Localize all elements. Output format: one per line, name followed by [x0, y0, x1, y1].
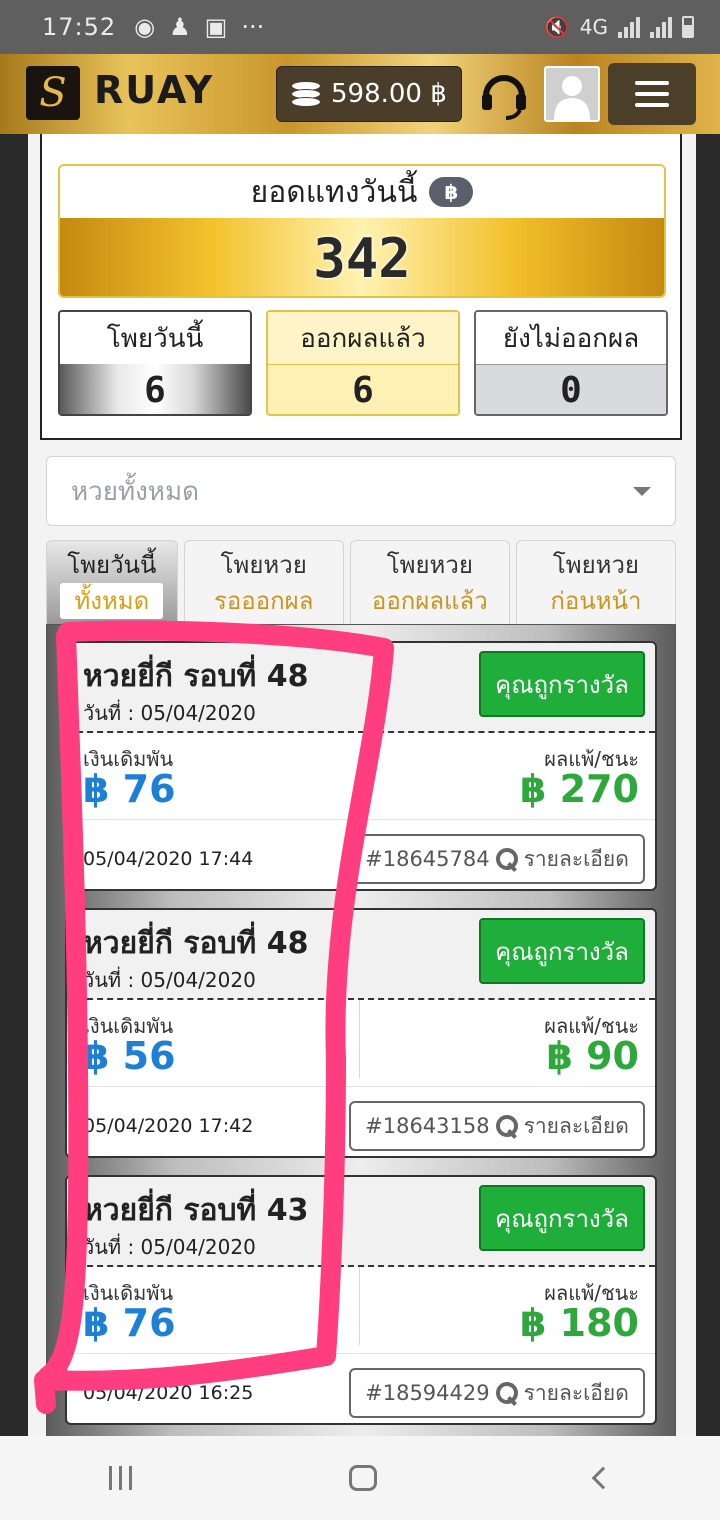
stat-label: โพยวันนี้ [60, 312, 250, 364]
tab-resulted[interactable]: โพยหวย ออกผลแล้ว [349, 540, 510, 624]
today-title: ยอดแทงวันนี้ [250, 174, 418, 210]
ticket-title: หวยยี่กี รอบที่ 48 [83, 926, 309, 961]
ticket-title: หวยยี่กี รอบที่ 43 [83, 1193, 309, 1228]
stat-value: 6 [60, 364, 250, 414]
bet-amount: ฿ 76 [83, 1301, 176, 1345]
win-status-badge: คุณถูกรางวัล [479, 651, 645, 717]
detail-label: รายละเอียด [523, 846, 629, 871]
stat-label: ยังไม่ออกผล [476, 312, 666, 364]
ticket-date: วันที่ : 05/04/2020 [83, 1235, 256, 1259]
tab-pending[interactable]: โพยหวย รอออกผล [183, 540, 344, 624]
status-time: 17:52 [42, 13, 117, 41]
system-nav-bar [0, 1436, 720, 1520]
ticket-card: หวยยี่กี รอบที่ 43 วันที่ : 05/04/2020 ค… [65, 1175, 657, 1425]
stat-pending[interactable]: ยังไม่ออกผล 0 [474, 310, 668, 416]
bet-amount: ฿ 76 [83, 767, 176, 811]
search-icon [495, 1382, 518, 1404]
signal2-icon [650, 16, 672, 38]
tab-previous[interactable]: โพยหวย ก่อนหน้า [515, 540, 676, 624]
ticket-date: วันที่ : 05/04/2020 [83, 701, 256, 725]
result-amount: ฿ 180 [520, 1301, 639, 1345]
ticket-time: 05/04/2020 17:42 [83, 1115, 254, 1137]
detail-button[interactable]: #18645784 รายละเอียด [349, 834, 645, 884]
baht-icon: ฿ [429, 177, 474, 207]
mute-icon: 🔇 [544, 15, 570, 39]
balance-amount: 598.00 ฿ [331, 79, 447, 109]
tab-bar: โพยวันนี้ ทั้งหมด โพยหวย รอออกผล โพยหวย … [46, 540, 676, 624]
stat-label: ออกผลแล้ว [268, 312, 458, 364]
result-amount: ฿ 270 [520, 767, 639, 811]
battery-icon [682, 16, 694, 38]
recent-apps-icon[interactable] [108, 1466, 132, 1490]
brand-name[interactable]: RUAY [94, 68, 214, 112]
coins-icon [289, 79, 323, 109]
detail-label: รายละเอียด [523, 1380, 629, 1405]
signal-icon [618, 16, 640, 38]
ticket-id: #18643158 [365, 1114, 490, 1138]
network-label: 4G [579, 15, 608, 39]
ticket-time: 05/04/2020 16:25 [83, 1382, 254, 1404]
detail-label: รายละเอียด [523, 1113, 629, 1138]
filter-value: หวยทั้งหมด [71, 476, 199, 507]
notification-icon: ♟ [169, 13, 191, 41]
ticket-card: หวยยี่กี รอบที่ 48 วันที่ : 05/04/2020 ค… [65, 641, 657, 891]
stat-value: 0 [476, 364, 666, 414]
ticket-list: หวยยี่กี รอบที่ 48 วันที่ : 05/04/2020 ค… [46, 624, 676, 1436]
bet-amount: ฿ 56 [83, 1034, 176, 1078]
lottery-filter-select[interactable]: หวยทั้งหมด [46, 456, 676, 526]
stat-resulted[interactable]: ออกผลแล้ว 6 [266, 310, 460, 416]
win-status-badge: คุณถูกรางวัล [479, 1185, 645, 1251]
back-icon[interactable] [591, 1466, 615, 1490]
stat-today-tickets[interactable]: โพยวันนี้ 6 [58, 310, 252, 416]
stat-value: 6 [268, 364, 458, 414]
line-icon: ◉ [134, 13, 156, 41]
win-status-badge: คุณถูกรางวัล [479, 918, 645, 984]
status-bar: 17:52 ◉ ♟ ▣ ··· 🔇 4G [0, 0, 720, 54]
menu-icon[interactable] [608, 63, 696, 125]
home-icon[interactable] [349, 1465, 378, 1491]
more-icon: ··· [241, 13, 265, 41]
ticket-time: 05/04/2020 17:44 [83, 848, 254, 870]
main-content: ยอดแทงวันนี้ ฿ 342 โพยวันนี้ 6 ออกผลแล้ว… [28, 134, 696, 1436]
ticket-date: วันที่ : 05/04/2020 [83, 968, 256, 992]
ticket-title: หวยยี่กี รอบที่ 48 [83, 659, 309, 694]
ticket-id: #18594429 [365, 1381, 490, 1405]
user-icon[interactable] [544, 66, 600, 122]
detail-button[interactable]: #18594429 รายละเอียด [349, 1368, 645, 1418]
chevron-down-icon [633, 486, 651, 496]
search-icon [495, 848, 518, 870]
ticket-id: #18645784 [365, 847, 490, 871]
headset-icon[interactable] [476, 66, 532, 122]
detail-button[interactable]: #18643158 รายละเอียด [349, 1101, 645, 1151]
ticket-card: หวยยี่กี รอบที่ 48 วันที่ : 05/04/2020 ค… [65, 908, 657, 1158]
today-total-box: ยอดแทงวันนี้ ฿ 342 [58, 164, 666, 298]
logo-icon[interactable]: S [26, 66, 80, 120]
balance-button[interactable]: 598.00 ฿ [276, 66, 462, 122]
tab-today-all[interactable]: โพยวันนี้ ทั้งหมด [46, 540, 178, 624]
today-value: 342 [60, 218, 664, 296]
app-header: S RUAY 598.00 ฿ [0, 54, 720, 134]
summary-panel: ยอดแทงวันนี้ ฿ 342 โพยวันนี้ 6 ออกผลแล้ว… [40, 134, 682, 440]
result-amount: ฿ 90 [546, 1034, 639, 1078]
search-icon [495, 1115, 518, 1137]
store-icon: ▣ [204, 13, 228, 41]
